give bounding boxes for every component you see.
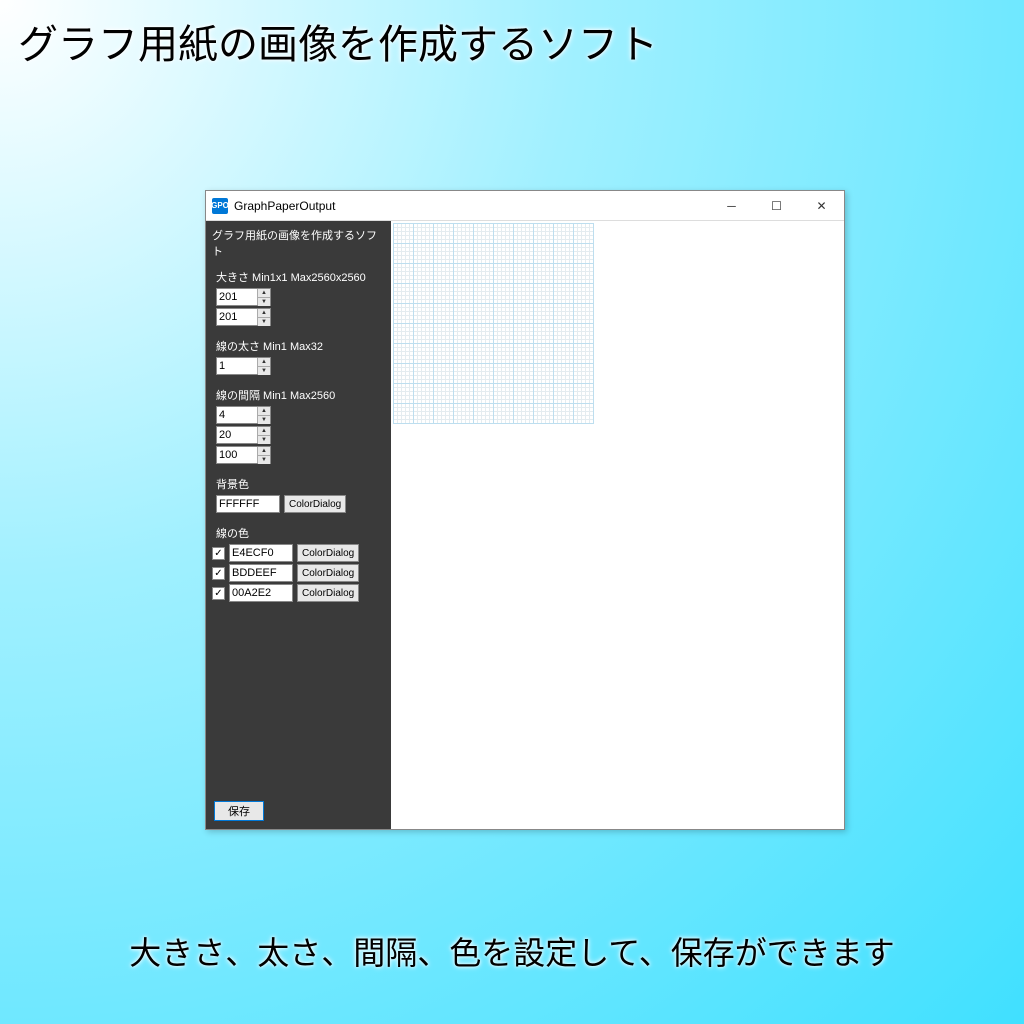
width-up-icon[interactable]: ▲ — [258, 289, 270, 298]
linecolor-group: 線の色 ✓ ColorDialog ✓ ColorDialog ✓ ColorD… — [210, 525, 387, 604]
sidebar-spacer — [210, 614, 387, 797]
thickness-label: 線の太さ Min1 Max32 — [216, 338, 381, 354]
spacing2-down-icon[interactable]: ▼ — [258, 436, 270, 444]
spacing1-down-icon[interactable]: ▼ — [258, 416, 270, 424]
sidebar: グラフ用紙の画像を作成するソフト 大きさ Min1x1 Max2560x2560… — [206, 221, 391, 829]
height-down-icon[interactable]: ▼ — [258, 318, 270, 326]
minimize-icon: ─ — [727, 199, 736, 213]
linecolor3-dialog-button[interactable]: ColorDialog — [297, 584, 359, 602]
spacing3-input[interactable] — [217, 447, 257, 463]
spacing2-spinner: ▲ ▼ — [216, 426, 271, 444]
page-footer: 大きさ、太さ、間隔、色を設定して、保存ができます — [0, 928, 1024, 974]
graph-border — [393, 223, 594, 424]
linecolor2-checkbox[interactable]: ✓ — [212, 567, 225, 580]
app-window: GPO GraphPaperOutput ─ ☐ ✕ グラフ用紙の画像を作成する… — [205, 190, 845, 830]
bgcolor-dialog-button[interactable]: ColorDialog — [284, 495, 346, 513]
maximize-button[interactable]: ☐ — [754, 191, 799, 220]
size-group: 大きさ Min1x1 Max2560x2560 ▲ ▼ ▲ — [210, 269, 387, 328]
thickness-input[interactable] — [217, 358, 257, 374]
height-up-icon[interactable]: ▲ — [258, 309, 270, 318]
linecolor1-input[interactable] — [229, 544, 293, 562]
bgcolor-input[interactable] — [216, 495, 280, 513]
linecolor1-checkbox[interactable]: ✓ — [212, 547, 225, 560]
save-button[interactable]: 保存 — [214, 801, 264, 821]
window-body: グラフ用紙の画像を作成するソフト 大きさ Min1x1 Max2560x2560… — [206, 221, 844, 829]
maximize-icon: ☐ — [771, 199, 782, 213]
sidebar-heading: グラフ用紙の画像を作成するソフト — [210, 225, 387, 261]
width-input[interactable] — [217, 289, 257, 305]
thickness-spinner: ▲ ▼ — [216, 357, 271, 375]
width-spinner: ▲ ▼ — [216, 288, 271, 306]
spacing-group: 線の間隔 Min1 Max2560 ▲ ▼ ▲ — [210, 387, 387, 466]
titlebar: GPO GraphPaperOutput ─ ☐ ✕ — [206, 191, 844, 221]
spacing1-input[interactable] — [217, 407, 257, 423]
spacing2-up-icon[interactable]: ▲ — [258, 427, 270, 436]
graph-paper-preview — [393, 223, 594, 424]
spacing3-down-icon[interactable]: ▼ — [258, 456, 270, 464]
linecolor-label: 線の色 — [212, 525, 385, 541]
page-title: グラフ用紙の画像を作成するソフト — [18, 12, 658, 70]
minimize-button[interactable]: ─ — [709, 191, 754, 220]
thickness-group: 線の太さ Min1 Max32 ▲ ▼ — [210, 338, 387, 377]
height-input[interactable] — [217, 309, 257, 325]
thickness-down-icon[interactable]: ▼ — [258, 367, 270, 375]
bgcolor-group: 背景色 ColorDialog — [210, 476, 387, 515]
height-spinner: ▲ ▼ — [216, 308, 271, 326]
spacing1-up-icon[interactable]: ▲ — [258, 407, 270, 416]
spacing3-spinner: ▲ ▼ — [216, 446, 271, 464]
app-icon: GPO — [212, 198, 228, 214]
spacing-label: 線の間隔 Min1 Max2560 — [216, 387, 381, 403]
preview-area — [391, 221, 844, 829]
width-down-icon[interactable]: ▼ — [258, 298, 270, 306]
bgcolor-label: 背景色 — [216, 476, 381, 492]
close-icon: ✕ — [816, 199, 826, 213]
spacing2-input[interactable] — [217, 427, 257, 443]
spacing1-spinner: ▲ ▼ — [216, 406, 271, 424]
window-controls: ─ ☐ ✕ — [709, 191, 844, 220]
linecolor2-input[interactable] — [229, 564, 293, 582]
size-label: 大きさ Min1x1 Max2560x2560 — [216, 269, 381, 285]
linecolor3-input[interactable] — [229, 584, 293, 602]
window-title: GraphPaperOutput — [234, 199, 709, 213]
linecolor3-checkbox[interactable]: ✓ — [212, 587, 225, 600]
spacing3-up-icon[interactable]: ▲ — [258, 447, 270, 456]
graph-major-grid — [393, 223, 594, 424]
thickness-up-icon[interactable]: ▲ — [258, 358, 270, 367]
linecolor2-dialog-button[interactable]: ColorDialog — [297, 564, 359, 582]
close-button[interactable]: ✕ — [799, 191, 844, 220]
linecolor1-dialog-button[interactable]: ColorDialog — [297, 544, 359, 562]
